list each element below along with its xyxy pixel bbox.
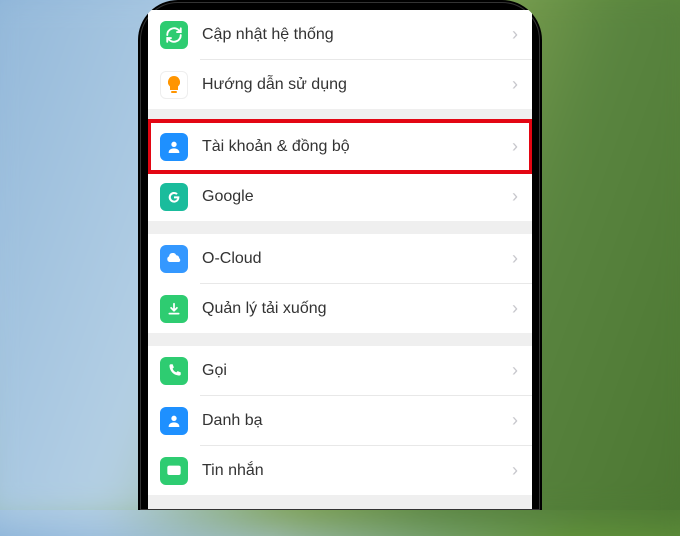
settings-group-communication: Gọi › Danh bạ › Tin nhắn › [148, 346, 532, 495]
chevron-right-icon: › [512, 460, 518, 481]
settings-screen: Cập nhật hệ thống › Hướng dẫn sử dụng › … [148, 10, 532, 510]
row-label: O-Cloud [202, 250, 512, 268]
row-label: Danh bạ [202, 412, 512, 430]
google-icon [160, 183, 188, 211]
message-icon [160, 457, 188, 485]
row-google[interactable]: Google › [148, 172, 532, 221]
row-label: Tin nhắn [202, 462, 512, 480]
row-accounts-sync[interactable]: Tài khoản & đồng bộ › [148, 122, 532, 171]
chevron-right-icon: › [512, 136, 518, 157]
settings-group-accounts: Tài khoản & đồng bộ › Google › [148, 122, 532, 221]
row-contacts[interactable]: Danh bạ › [148, 396, 532, 445]
row-downloads[interactable]: Quản lý tải xuống › [148, 284, 532, 333]
cloud-icon [160, 245, 188, 273]
row-call[interactable]: Gọi › [148, 346, 532, 395]
chevron-right-icon: › [512, 298, 518, 319]
row-ocloud[interactable]: O-Cloud › [148, 234, 532, 283]
row-label: Cập nhật hệ thống [202, 26, 512, 44]
bulb-icon [160, 71, 188, 99]
row-label: Quản lý tải xuống [202, 300, 512, 318]
row-system-update[interactable]: Cập nhật hệ thống › [148, 10, 532, 59]
chevron-right-icon: › [512, 360, 518, 381]
download-icon [160, 295, 188, 323]
chevron-right-icon: › [512, 410, 518, 431]
chevron-right-icon: › [512, 248, 518, 269]
row-label: Gọi [202, 362, 512, 380]
phone-icon [160, 357, 188, 385]
phone-frame: Cập nhật hệ thống › Hướng dẫn sử dụng › … [138, 0, 542, 510]
settings-group-system: Cập nhật hệ thống › Hướng dẫn sử dụng › [148, 10, 532, 109]
row-user-guide[interactable]: Hướng dẫn sử dụng › [148, 60, 532, 109]
chevron-right-icon: › [512, 74, 518, 95]
contact-icon [160, 407, 188, 435]
chevron-right-icon: › [512, 24, 518, 45]
row-messages[interactable]: Tin nhắn › [148, 446, 532, 495]
settings-group-cloud: O-Cloud › Quản lý tải xuống › [148, 234, 532, 333]
refresh-icon [160, 21, 188, 49]
row-label: Hướng dẫn sử dụng [202, 76, 512, 94]
person-icon [160, 133, 188, 161]
chevron-right-icon: › [512, 186, 518, 207]
row-label: Tài khoản & đồng bộ [202, 138, 512, 156]
row-label: Google [202, 188, 512, 206]
